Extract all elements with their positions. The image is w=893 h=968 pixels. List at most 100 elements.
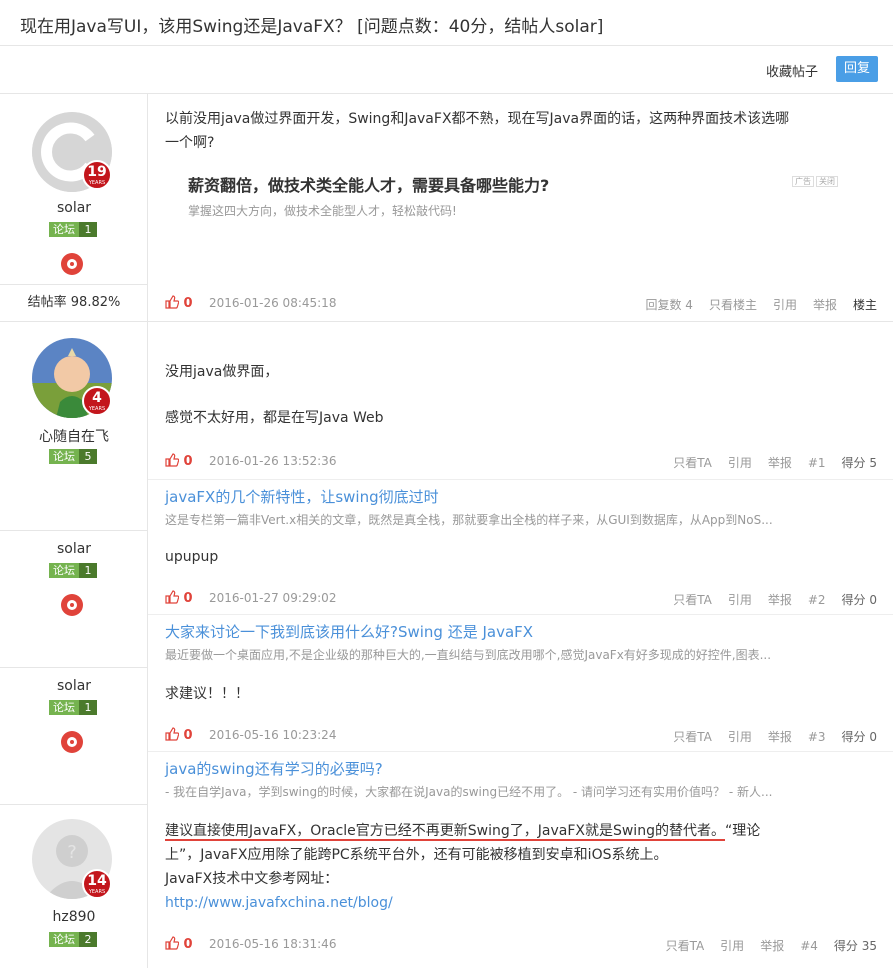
thumbs-up-icon xyxy=(165,590,180,604)
close-rate: 结帖率 98.82% xyxy=(0,284,148,322)
related-desc: - 我在自学Java，学到swing的时候，大家都在说Java的swing已经不… xyxy=(165,785,773,799)
forum-level-badge: 论坛 1 xyxy=(49,563,97,578)
score-label: 得分 35 xyxy=(833,939,877,953)
post-ops: 只看TA 引用 举报 #3 得分 0 xyxy=(657,728,877,745)
username[interactable]: hz890 xyxy=(0,909,148,925)
username[interactable]: solar xyxy=(0,678,148,694)
ad-description: 掌握这四大方向，做技术全能型人才，轻松敲代码! xyxy=(188,204,457,218)
post-meta: 0 2016-01-26 08:45:18 回复数 4 只看楼主 引用 举报 楼主 xyxy=(165,295,877,313)
post-time: 2016-01-27 09:29:02 xyxy=(209,591,337,605)
floor-label: 楼主 xyxy=(852,298,877,312)
like-button[interactable]: 0 xyxy=(165,295,193,311)
quote-link[interactable]: 引用 xyxy=(728,456,752,470)
floor-label: #2 xyxy=(807,593,826,607)
years-badge: 19 YEARS xyxy=(82,160,112,190)
username[interactable]: solar xyxy=(0,541,148,557)
related-title[interactable]: javaFX的几个新特性，让swing彻底过时 xyxy=(165,486,439,507)
user-panel: 4 YEARS 心随自在飞 论坛 5 xyxy=(0,322,148,530)
post-3: solar 论坛 1 求建议！！！ 0 2016-05-16 10:23:24 只… xyxy=(0,668,893,805)
post-time: 2016-05-16 18:31:46 xyxy=(209,937,337,951)
title-bar: 现在用Java写UI，该用Swing还是JavaFX？ [问题点数：40分，结帖… xyxy=(0,0,893,46)
floor-label: #3 xyxy=(807,730,826,744)
thumbs-up-icon xyxy=(165,936,180,950)
user-panel: 19 YEARS solar 论坛 1 结帖率 98.82% xyxy=(0,94,148,321)
report-link[interactable]: 举报 xyxy=(768,730,792,744)
user-panel: solar 论坛 1 xyxy=(0,668,148,804)
ad-block[interactable]: 薪资翻倍，做技术类全能人才，需要具备哪些能力? 掌握这四大方向，做技术全能型人才… xyxy=(188,172,848,219)
related-article: javaFX的几个新特性，让swing彻底过时 这是专栏第一篇非Vert.x相关… xyxy=(148,479,893,531)
floor-label: #1 xyxy=(807,456,826,470)
quote-link[interactable]: 引用 xyxy=(728,730,752,744)
like-button[interactable]: 0 xyxy=(165,727,193,743)
report-link[interactable]: 举报 xyxy=(768,456,792,470)
only-op-link[interactable]: 只看楼主 xyxy=(709,298,757,312)
post-ops: 只看TA 引用 举报 #4 得分 35 xyxy=(650,937,877,954)
post-meta: 0 2016-01-27 09:29:02 只看TA 引用 举报 #2 得分 0 xyxy=(165,590,877,608)
post-time: 2016-05-16 10:23:24 xyxy=(209,728,337,742)
post-ops: 只看TA 引用 举报 #2 得分 0 xyxy=(657,591,877,608)
favorite-button[interactable]: 收藏帖子 xyxy=(766,61,818,80)
report-link[interactable]: 举报 xyxy=(760,939,784,953)
only-ta-link[interactable]: 只看TA xyxy=(673,730,712,744)
like-button[interactable]: 0 xyxy=(165,453,193,469)
reply-button[interactable]: 回复 xyxy=(836,56,878,82)
username[interactable]: solar xyxy=(0,200,148,216)
ad-tags: 广告 关闭 xyxy=(790,176,838,187)
thumbs-up-icon xyxy=(165,727,180,741)
post-content: 以前没用java做过界面开发，Swing和JavaFX都不熟，现在写Java界面… xyxy=(165,111,790,151)
post-meta: 0 2016-01-26 13:52:36 只看TA 引用 举报 #1 得分 5 xyxy=(165,453,877,471)
like-button[interactable]: 0 xyxy=(165,590,193,606)
score-label: 得分 0 xyxy=(841,593,877,607)
medal-icon xyxy=(61,594,83,616)
svg-text:?: ? xyxy=(67,842,77,863)
action-bar: 收藏帖子 回复 xyxy=(0,46,893,94)
score-label: 得分 0 xyxy=(841,730,877,744)
ad-label: 广告 xyxy=(792,176,814,187)
thumbs-up-icon xyxy=(165,295,180,309)
only-ta-link[interactable]: 只看TA xyxy=(673,456,712,470)
forum-level-badge: 论坛 1 xyxy=(49,700,97,715)
post-meta: 0 2016-05-16 10:23:24 只看TA 引用 举报 #3 得分 0 xyxy=(165,727,877,745)
post-2: solar 论坛 1 upupup 0 2016-01-27 09:29:02 只… xyxy=(0,531,893,668)
post-time: 2016-01-26 13:52:36 xyxy=(209,454,337,468)
user-panel: solar 论坛 1 xyxy=(0,531,148,667)
related-title[interactable]: java的swing还有学习的必要吗? xyxy=(165,758,383,779)
reference-link[interactable]: http://www.javafxchina.net/blog/ xyxy=(165,891,877,915)
post-ops: 回复数 4 只看楼主 引用 举报 楼主 xyxy=(629,296,877,313)
quote-link[interactable]: 引用 xyxy=(773,298,797,312)
reply-count: 回复数 4 xyxy=(645,298,693,312)
thread-title: 现在用Java写UI，该用Swing还是JavaFX？ [问题点数：40分，结帖… xyxy=(20,17,604,37)
post-content: 没用java做界面， 感觉不太好用，都是在写Java Web xyxy=(165,364,384,426)
thumbs-up-icon xyxy=(165,453,180,467)
related-title[interactable]: 大家来讨论一下我到底该用什么好?Swing 还是 JavaFX xyxy=(165,621,533,642)
medal-icon xyxy=(61,731,83,753)
floor-label: #4 xyxy=(800,939,818,953)
like-button[interactable]: 0 xyxy=(165,936,193,952)
post-op: 19 YEARS solar 论坛 1 结帖率 98.82% 以前没用java做过界… xyxy=(0,94,893,322)
post-content: 建议直接使用JavaFX，Oracle官方已经不再更新Swing了，JavaFX… xyxy=(165,819,877,915)
username[interactable]: 心随自在飞 xyxy=(0,426,148,446)
post-ops: 只看TA 引用 举报 #1 得分 5 xyxy=(657,454,877,471)
quote-link[interactable]: 引用 xyxy=(728,593,752,607)
post-content: 求建议！！！ xyxy=(165,686,249,702)
related-article: 大家来讨论一下我到底该用什么好?Swing 还是 JavaFX 最近要做一个桌面… xyxy=(148,614,893,668)
ad-title[interactable]: 薪资翻倍，做技术类全能人才，需要具备哪些能力? xyxy=(188,172,848,196)
user-panel: ? 14 YEARS hz890 论坛 2 xyxy=(0,805,148,968)
ad-close-button[interactable]: 关闭 xyxy=(816,176,838,187)
years-badge: 4 YEARS xyxy=(82,386,112,416)
score-label: 得分 5 xyxy=(841,456,877,470)
only-ta-link[interactable]: 只看TA xyxy=(666,939,705,953)
medal-icon xyxy=(61,253,83,275)
forum-level-badge: 论坛 5 xyxy=(49,449,97,464)
quote-link[interactable]: 引用 xyxy=(720,939,744,953)
forum-level-badge: 论坛 1 xyxy=(49,222,97,237)
forum-level-badge: 论坛 2 xyxy=(49,932,97,947)
report-link[interactable]: 举报 xyxy=(768,593,792,607)
related-desc: 这是专栏第一篇非Vert.x相关的文章，既然是真全栈，那就要拿出全栈的样子来，从… xyxy=(165,513,773,527)
post-meta: 0 2016-05-16 18:31:46 只看TA 引用 举报 #4 得分 35 xyxy=(165,936,877,954)
only-ta-link[interactable]: 只看TA xyxy=(673,593,712,607)
post-4: ? 14 YEARS hz890 论坛 2 建议直接使用JavaFX，Oracle官… xyxy=(0,805,893,968)
post-1: 4 YEARS 心随自在飞 论坛 5 没用java做界面， 感觉不太好用，都是在写J… xyxy=(0,322,893,531)
report-link[interactable]: 举报 xyxy=(813,298,837,312)
related-desc: 最近要做一个桌面应用,不是企业级的那种巨大的,一直纠结与到底改用哪个,感觉Jav… xyxy=(165,648,772,662)
